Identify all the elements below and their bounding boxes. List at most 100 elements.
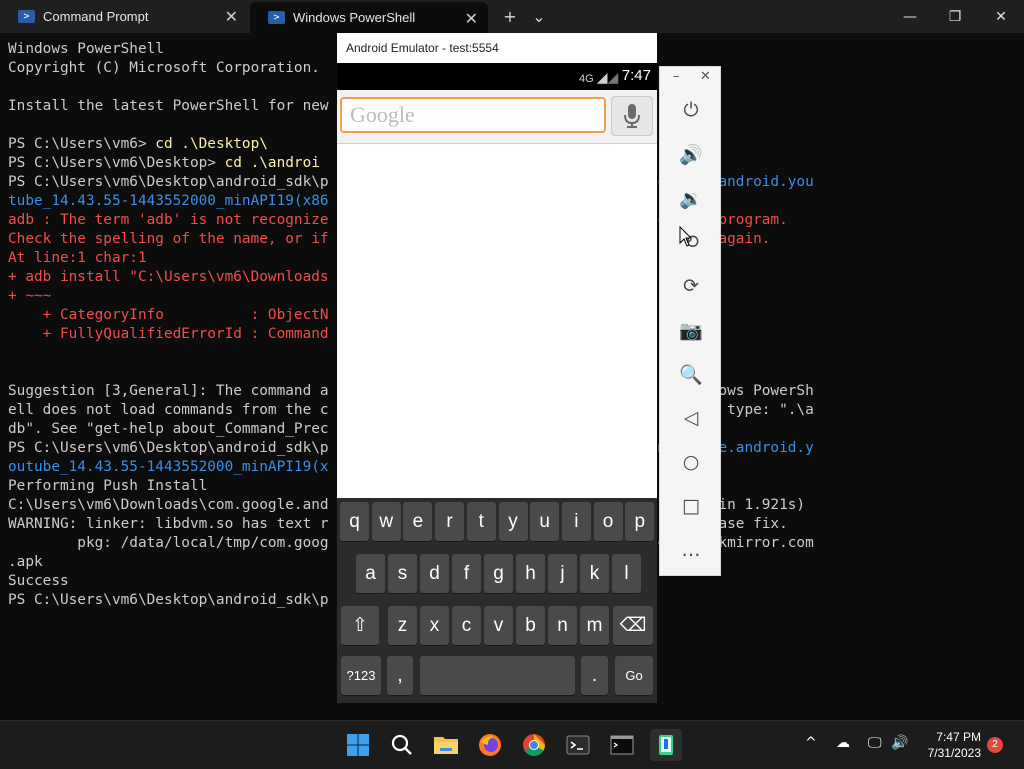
clock-date[interactable]: 7/31/2023 [917,746,981,760]
emulator-close-button[interactable]: ✕ [700,69,711,84]
comma-key[interactable]: , [387,656,413,695]
powershell-icon: > [268,11,285,24]
emulator-minimize-button[interactable]: – [673,69,680,84]
firefox-button[interactable] [474,729,506,761]
space-key[interactable] [420,656,575,695]
terminal-text: At line:1 char:1 [8,250,147,266]
new-tab-button[interactable]: + [496,0,524,33]
key-a[interactable]: a [356,554,385,593]
command-prompt-icon [610,735,634,755]
search-icon [391,734,412,755]
emulator-title: Android Emulator - test:5554 [337,33,657,63]
status-time: 7:47 [621,67,651,84]
terminal-text: pkg: /data/local/tmp/com.goog [8,535,329,551]
network-icon[interactable]: ☁ [836,735,850,751]
symbols-key[interactable]: ?123 [341,656,381,695]
key-f[interactable]: f [452,554,481,593]
terminal-text: PS C:\Users\vm6\Desktop> [8,155,225,171]
terminal-text: + FullyQualifiedErrorId : Command [8,326,329,342]
key-j[interactable]: j [548,554,577,593]
go-key[interactable]: Go [615,656,653,695]
windows-taskbar: ^ ☁ 🖵 🔊 7:47 PM 7/31/2023 2 [0,720,1024,769]
show-hidden-icons-button[interactable]: ^ [805,735,817,751]
zoom-icon[interactable]: 🔍 [675,359,707,389]
voice-search-button[interactable] [611,96,653,136]
file-explorer-button[interactable] [430,729,462,761]
android-emulator-taskbar-button[interactable] [650,729,682,761]
key-q[interactable]: q [340,502,369,541]
tab-windows-powershell[interactable]: > Windows PowerShell ✕ [250,2,488,33]
key-x[interactable]: x [420,606,449,645]
key-z[interactable]: z [388,606,417,645]
minimize-button[interactable]: — [887,0,933,33]
terminal-tab-bar: > Command Prompt ✕ > Windows PowerShell … [0,0,1024,33]
key-m[interactable]: m [580,606,609,645]
terminal-text: tube_14.43.55-1443552000_minAPI19(x86 [8,193,329,209]
key-p[interactable]: p [625,502,655,541]
terminal-text: cd .\Desktop\ [155,136,268,152]
android-emulator-window: Android Emulator - test:5554 4G ◢◢ 7:47 … [337,33,657,703]
google-search-input[interactable]: Google [340,97,606,133]
volume-icon[interactable]: 🔊 [891,735,908,751]
volume-down-icon[interactable]: 🔉 [675,183,707,213]
key-t[interactable]: t [466,502,496,541]
terminal-text: + adb install "C:\Users\vm6\Downloads [8,269,329,285]
terminal-text: PS C:\Users\vm6\Desktop\android_sdk\p [8,174,329,190]
key-e[interactable]: e [403,502,433,541]
key-w[interactable]: w [371,502,401,541]
terminal-taskbar-button[interactable] [562,729,594,761]
maximize-button[interactable]: ❐ [932,0,978,33]
close-window-button[interactable]: ✕ [978,0,1024,33]
close-tab-icon[interactable]: ✕ [225,7,238,27]
key-d[interactable]: d [420,554,449,593]
android-emulator-icon [659,735,673,755]
chrome-button[interactable] [518,729,550,761]
network-type-label: 4G [579,73,594,85]
key-u[interactable]: u [530,502,560,541]
firefox-icon [479,734,501,756]
power-icon[interactable]: ⏻ [675,95,707,125]
terminal-icon [566,735,590,755]
notification-badge[interactable]: 2 [987,737,1003,753]
key-s[interactable]: s [388,554,417,593]
android-screen[interactable]: Google [337,90,657,498]
period-key[interactable]: . [581,656,608,695]
key-o[interactable]: o [593,502,623,541]
key-c[interactable]: c [452,606,481,645]
key-l[interactable]: l [612,554,641,593]
tab-dropdown-button[interactable]: ⌄ [525,0,553,33]
key-h[interactable]: h [516,554,545,593]
clock-time[interactable]: 7:47 PM [925,730,981,744]
key-b[interactable]: b [516,606,545,645]
tab-label: Windows PowerShell [293,10,416,25]
key-v[interactable]: v [484,606,513,645]
start-button[interactable] [342,729,374,761]
overview-icon[interactable]: □ [675,491,707,521]
key-y[interactable]: y [498,502,528,541]
key-n[interactable]: n [548,606,577,645]
key-i[interactable]: i [561,502,591,541]
key-g[interactable]: g [484,554,513,593]
shift-key[interactable]: ⇧ [341,606,379,645]
terminal-text: outube_14.43.55-1443552000_minAPI19(x [8,459,329,475]
terminal-text: Performing Push Install [8,478,208,494]
close-tab-icon[interactable]: ✕ [465,9,478,29]
volume-up-icon[interactable]: 🔊 [675,139,707,169]
more-icon[interactable]: … [675,535,707,565]
tab-command-prompt[interactable]: > Command Prompt ✕ [0,0,248,33]
home-icon[interactable]: ○ [675,447,707,477]
camera-icon[interactable]: 📷 [675,315,707,345]
android-keyboard: q w e r t y u i o p a s d f g h j k l ⇧ z x c v b n m ⌫ ?123,. Go [337,498,657,703]
back-icon[interactable]: ◁ [675,403,707,433]
terminal-icon: > [18,10,35,23]
rotate-right-icon[interactable]: ⟳ [675,271,707,301]
backspace-key[interactable]: ⌫ [613,606,653,645]
command-prompt-taskbar-button[interactable] [606,729,638,761]
search-button[interactable] [386,729,418,761]
android-status-bar: 4G ◢◢ 7:47 [337,63,657,90]
chrome-icon [523,734,545,756]
display-icon[interactable]: 🖵 [868,735,882,751]
key-k[interactable]: k [580,554,609,593]
windows-logo-icon [347,734,369,756]
key-r[interactable]: r [435,502,465,541]
